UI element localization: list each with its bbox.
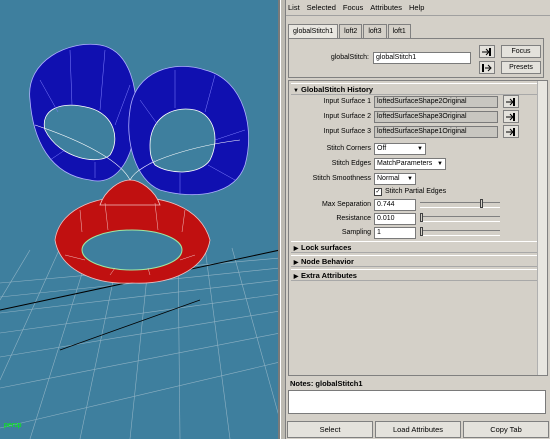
input-surface-1-nav-icon[interactable] bbox=[503, 95, 519, 108]
input-surface-3-field[interactable]: loftedSurfaceShape1Original bbox=[374, 126, 498, 138]
resistance-field[interactable]: 0.010 bbox=[374, 213, 416, 225]
focus-button[interactable]: Focus bbox=[501, 45, 541, 58]
stitch-partial-edges-label: Stitch Partial Edges bbox=[385, 188, 447, 195]
slider-thumb[interactable] bbox=[420, 213, 423, 222]
max-separation-slider[interactable] bbox=[420, 199, 500, 208]
node-tabs: globalStitch1 loft2 loft3 loft1 bbox=[288, 24, 412, 38]
resistance-slider[interactable] bbox=[420, 213, 500, 222]
node-name-label: globalStitch: bbox=[330, 54, 369, 61]
section-lock-surfaces[interactable]: ▶ Lock surfaces bbox=[291, 241, 537, 253]
camera-label: persp bbox=[4, 422, 22, 429]
menu-help[interactable]: Help bbox=[409, 3, 424, 12]
perspective-viewport[interactable]: persp bbox=[0, 0, 280, 439]
menu-bar: List Selected Focus Attributes Help bbox=[286, 0, 550, 16]
menu-attributes[interactable]: Attributes bbox=[370, 3, 402, 12]
stitch-smoothness-label: Stitch Smoothness bbox=[312, 175, 371, 182]
input-surface-3-label: Input Surface 3 bbox=[323, 128, 371, 135]
collapsed-arrow-icon: ▶ bbox=[293, 246, 299, 252]
tab-globalstitch1[interactable]: globalStitch1 bbox=[288, 24, 339, 38]
section-title: GlobalStitch History bbox=[301, 85, 374, 94]
attribute-editor: List Selected Focus Attributes Help glob… bbox=[286, 0, 550, 439]
section-title: Extra Attributes bbox=[301, 271, 357, 280]
stitch-partial-edges-checkbox[interactable]: ✓ bbox=[374, 188, 382, 196]
chevron-down-icon: ▼ bbox=[407, 176, 413, 182]
scene-canvas bbox=[0, 43, 278, 439]
expanded-arrow-icon: ▼ bbox=[293, 88, 299, 94]
input-surface-1-field[interactable]: loftedSurfaceShape2Original bbox=[374, 96, 498, 108]
input-surface-2-field[interactable]: loftedSurfaceShape3Original bbox=[374, 111, 498, 123]
collapsed-arrow-icon: ▶ bbox=[293, 274, 299, 280]
bottom-buttons: Select Load Attributes Copy Tab bbox=[286, 420, 550, 439]
resistance-label: Resistance bbox=[336, 215, 371, 222]
collapsed-arrow-icon: ▶ bbox=[293, 260, 299, 266]
blue-surface-right[interactable] bbox=[128, 66, 249, 196]
stitch-smoothness-dropdown[interactable]: Normal ▼ bbox=[374, 173, 416, 185]
stitch-corners-dropdown[interactable]: Off ▼ bbox=[374, 143, 426, 155]
stitch-corners-value: Off bbox=[377, 145, 387, 152]
input-surface-2-nav-icon[interactable] bbox=[503, 110, 519, 123]
copy-tab-button[interactable]: Copy Tab bbox=[463, 421, 549, 438]
sampling-label: Sampling bbox=[341, 229, 371, 236]
chevron-down-icon: ▼ bbox=[437, 161, 443, 167]
tab-loft2[interactable]: loft2 bbox=[339, 24, 363, 38]
stitch-smoothness-value: Normal bbox=[377, 175, 400, 182]
load-attributes-button[interactable]: Load Attributes bbox=[375, 421, 461, 438]
focus-arrow-icon[interactable] bbox=[479, 45, 495, 58]
input-surface-2-label: Input Surface 2 bbox=[323, 113, 371, 120]
presets-arrow-icon[interactable] bbox=[479, 61, 495, 74]
section-node-behavior[interactable]: ▶ Node Behavior bbox=[291, 255, 537, 267]
section-title: Lock surfaces bbox=[301, 243, 352, 252]
slider-thumb[interactable] bbox=[420, 227, 423, 236]
menu-list[interactable]: List bbox=[288, 3, 300, 12]
section-extra-attributes[interactable]: ▶ Extra Attributes bbox=[291, 269, 537, 281]
section-title: Node Behavior bbox=[301, 257, 354, 266]
blue-surface-left[interactable] bbox=[29, 43, 137, 182]
notes-textarea[interactable] bbox=[288, 390, 546, 414]
tab-loft1[interactable]: loft1 bbox=[387, 24, 411, 38]
node-header: globalStitch: globalStitch1 Focus Preset… bbox=[288, 38, 544, 78]
stitch-edges-label: Stitch Edges bbox=[331, 160, 371, 167]
stitch-edges-value: MatchParameters bbox=[377, 160, 433, 167]
chevron-down-icon: ▼ bbox=[417, 146, 423, 152]
max-separation-label: Max Separation bbox=[321, 201, 371, 208]
input-surface-3-nav-icon[interactable] bbox=[503, 125, 519, 138]
node-name-field[interactable]: globalStitch1 bbox=[373, 52, 471, 64]
notes-label: Notes: globalStitch1 bbox=[290, 379, 363, 388]
attribute-scroll-area[interactable]: ▼ GlobalStitch History Input Surface 1 lo… bbox=[288, 80, 548, 376]
presets-button[interactable]: Presets bbox=[501, 61, 541, 74]
stitch-corners-label: Stitch Corners bbox=[326, 145, 371, 152]
tab-loft3[interactable]: loft3 bbox=[363, 24, 387, 38]
vertical-scrollbar[interactable] bbox=[537, 81, 547, 375]
section-globalstitch-history[interactable]: ▼ GlobalStitch History bbox=[291, 83, 537, 95]
slider-thumb[interactable] bbox=[480, 199, 483, 208]
max-separation-field[interactable]: 0.744 bbox=[374, 199, 416, 211]
stitch-edges-dropdown[interactable]: MatchParameters ▼ bbox=[374, 158, 446, 170]
select-button[interactable]: Select bbox=[287, 421, 373, 438]
input-surface-1-label: Input Surface 1 bbox=[323, 98, 371, 105]
sampling-field[interactable]: 1 bbox=[374, 227, 416, 239]
red-surface[interactable] bbox=[54, 179, 211, 284]
sampling-slider[interactable] bbox=[420, 227, 500, 236]
notes-panel: Notes: globalStitch1 bbox=[288, 378, 548, 418]
menu-focus[interactable]: Focus bbox=[343, 3, 363, 12]
menu-selected[interactable]: Selected bbox=[307, 3, 336, 12]
